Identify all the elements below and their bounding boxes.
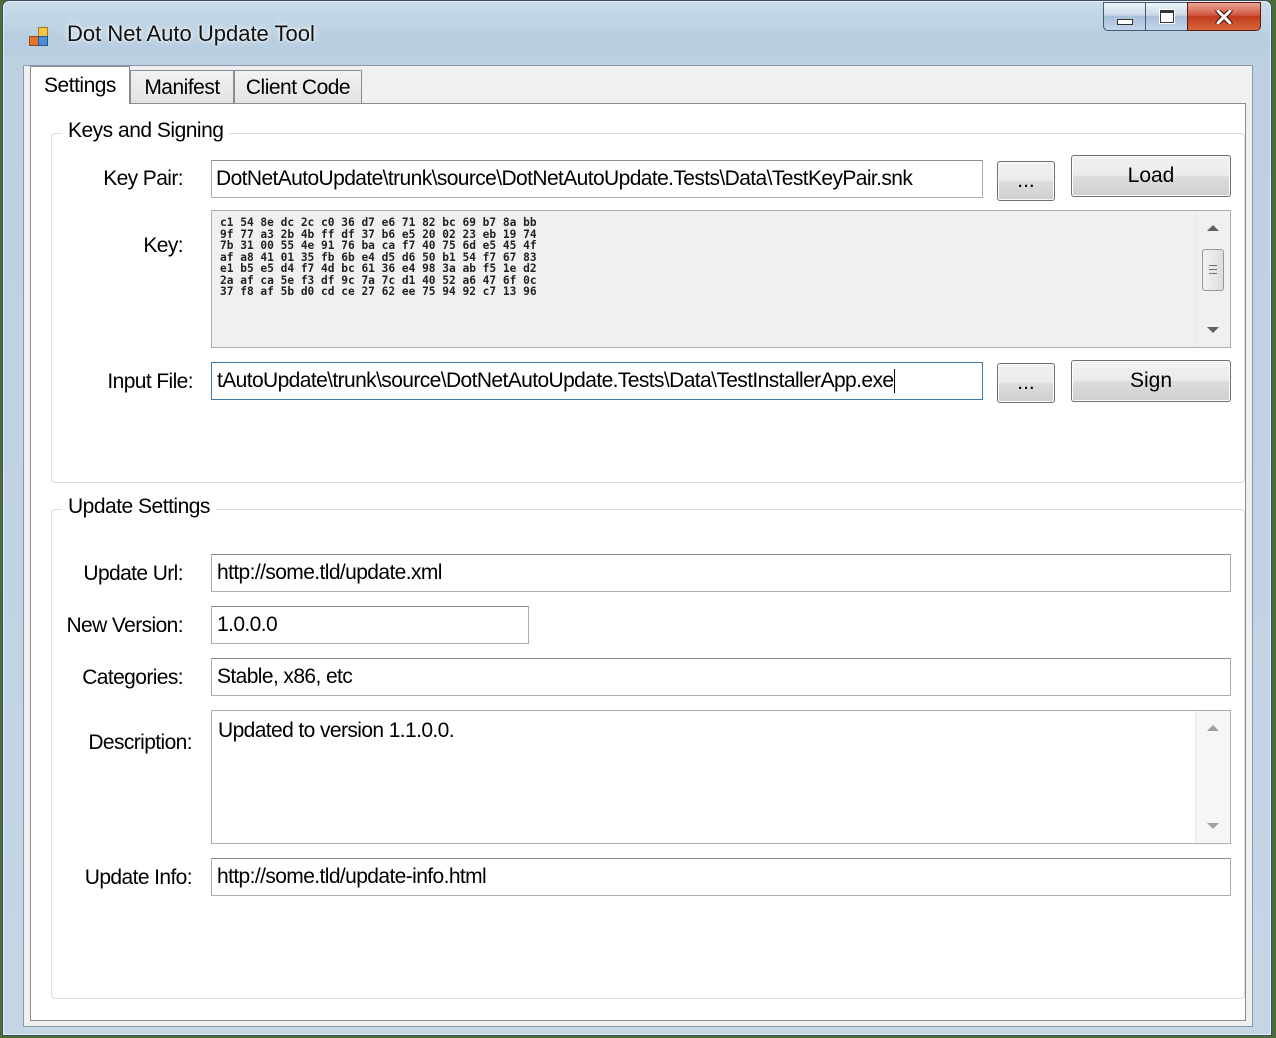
input-file-label: Input File: [107,370,193,393]
description-textarea[interactable]: Updated to version 1.1.0.0. [211,710,1231,844]
update-url-field[interactable]: http://some.tld/update.xml [211,554,1231,592]
group-title-keys: Keys and Signing [62,119,230,143]
description-scrollbar[interactable] [1195,711,1230,843]
group-title-update: Update Settings [62,495,216,519]
minimize-button[interactable] [1103,2,1145,31]
close-button[interactable] [1187,2,1261,31]
browse-key-pair-button[interactable]: ... [997,161,1055,201]
new-version-label: New Version: [66,614,183,637]
minimize-icon [1116,18,1133,25]
description-label: Description: [88,731,192,754]
main-window: Dot Net Auto Update Tool Settings Manife… [2,0,1272,1036]
client-area: Settings Manifest Client Code Keys and S… [23,65,1253,1027]
tab-settings[interactable]: Settings [30,66,130,104]
title-bar[interactable]: Dot Net Auto Update Tool [3,1,1271,65]
app-window-icon [29,27,48,46]
key-label: Key: [143,234,183,257]
key-hex-text: c1 54 8e dc 2c c0 36 d7 e6 71 82 bc 69 b… [220,216,537,298]
load-button[interactable]: Load [1071,155,1231,197]
key-scrollbar[interactable] [1195,211,1230,347]
update-info-field[interactable]: http://some.tld/update-info.html [211,858,1231,896]
scroll-down-icon[interactable] [1207,327,1219,333]
settings-tab-panel: Keys and Signing Key Pair: DotNetAutoUpd… [30,103,1246,1021]
categories-label: Categories: [82,666,183,689]
description-text: Updated to version 1.1.0.0. [218,719,455,742]
window-title: Dot Net Auto Update Tool [67,21,315,46]
text-caret [894,369,896,394]
key-textbox[interactable]: c1 54 8e dc 2c c0 36 d7 e6 71 82 bc 69 b… [211,210,1231,348]
scroll-up-icon[interactable] [1207,725,1219,731]
input-file-field[interactable]: tAutoUpdate\trunk\source\DotNetAutoUpdat… [211,362,983,400]
scroll-up-icon[interactable] [1207,225,1219,231]
caption-buttons [1103,2,1261,32]
update-url-label: Update Url: [83,562,183,585]
key-pair-label: Key Pair: [103,167,183,190]
tab-manifest[interactable]: Manifest [130,70,234,104]
maximize-button[interactable] [1145,2,1187,31]
update-info-label: Update Info: [84,866,193,889]
scroll-down-icon[interactable] [1207,823,1219,829]
close-icon [1215,9,1233,24]
browse-input-file-button[interactable]: ... [997,363,1055,403]
sign-button[interactable]: Sign [1071,360,1231,402]
key-pair-field[interactable]: DotNetAutoUpdate\trunk\source\DotNetAuto… [211,160,983,198]
scroll-thumb[interactable] [1202,249,1224,291]
tab-client-code[interactable]: Client Code [234,70,362,104]
maximize-icon [1159,10,1174,23]
categories-field[interactable]: Stable, x86, etc [211,658,1231,696]
new-version-field[interactable]: 1.0.0.0 [211,606,529,644]
